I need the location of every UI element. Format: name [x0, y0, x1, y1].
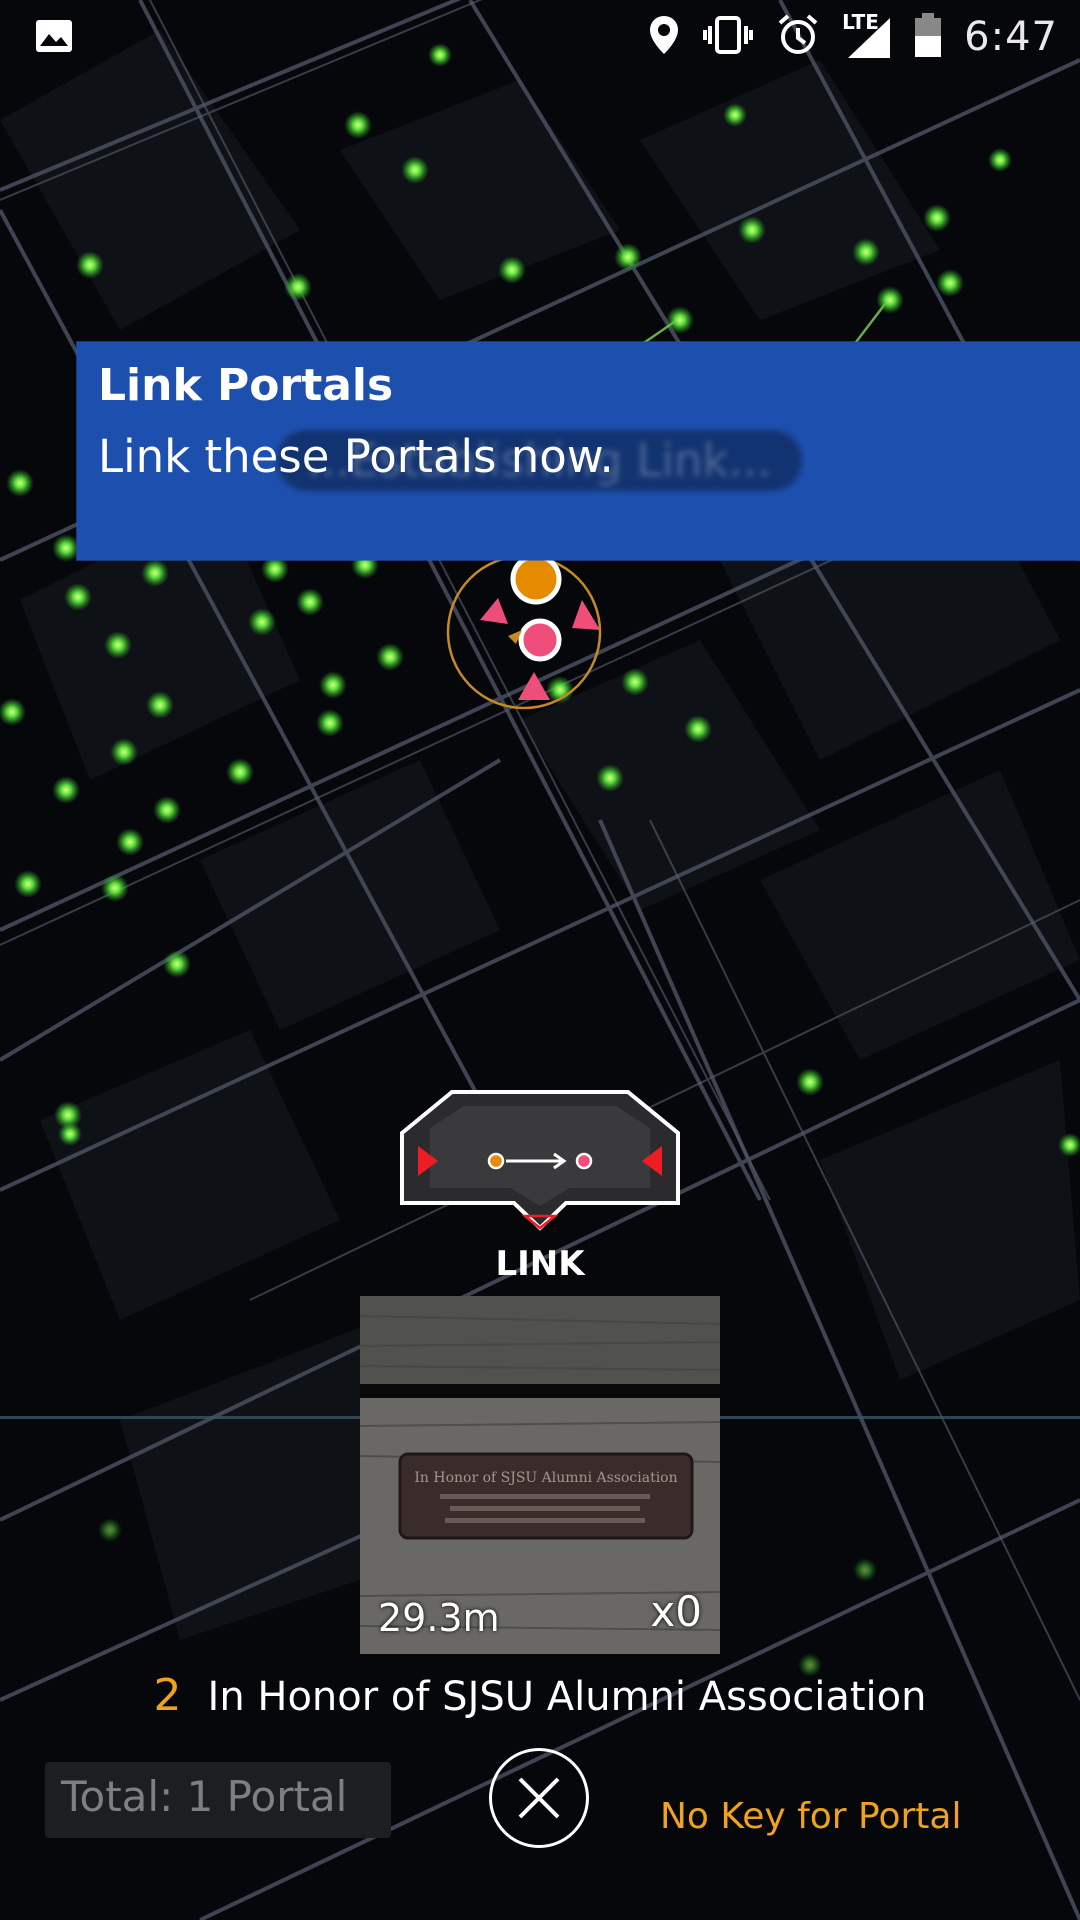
close-button[interactable]	[489, 1748, 589, 1848]
vibrate-icon	[702, 14, 754, 60]
location-pin-icon	[648, 14, 680, 60]
signal-icon: LTE	[842, 10, 892, 60]
battery-icon	[914, 12, 942, 62]
clock: 6:47	[964, 14, 1058, 60]
link-portals-banner: ...Establishing Link... Link Portals Lin…	[77, 342, 1080, 560]
banner-text: Link these Portals now.	[98, 430, 614, 483]
portal-name: In Honor of SJSU Alumni Association	[207, 1674, 927, 1720]
alarm-icon	[776, 13, 820, 61]
portal-level: 2	[153, 1670, 182, 1721]
image-icon	[34, 18, 74, 58]
portal-distance: 29.3m	[378, 1596, 500, 1640]
portal-info: 2 In Honor of SJSU Alumni Association	[0, 1670, 1080, 1721]
portal-key-count: x0	[650, 1587, 702, 1636]
link-label: LINK	[495, 1244, 585, 1284]
total-portals-text: Total: 1 Portal	[61, 1772, 348, 1821]
no-key-status: No Key for Portal	[660, 1796, 962, 1837]
banner-title: Link Portals	[98, 360, 394, 411]
plaque-line: In Honor of SJSU Alumni Association	[414, 1470, 677, 1486]
close-icon	[518, 1777, 560, 1819]
status-bar: LTE 6:47	[0, 0, 1080, 76]
total-portals-field: Total: 1 Portal	[45, 1762, 391, 1838]
link-button[interactable]	[390, 1088, 690, 1238]
portal-image[interactable]: In Honor of SJSU Alumni Association 29.3…	[360, 1296, 720, 1654]
